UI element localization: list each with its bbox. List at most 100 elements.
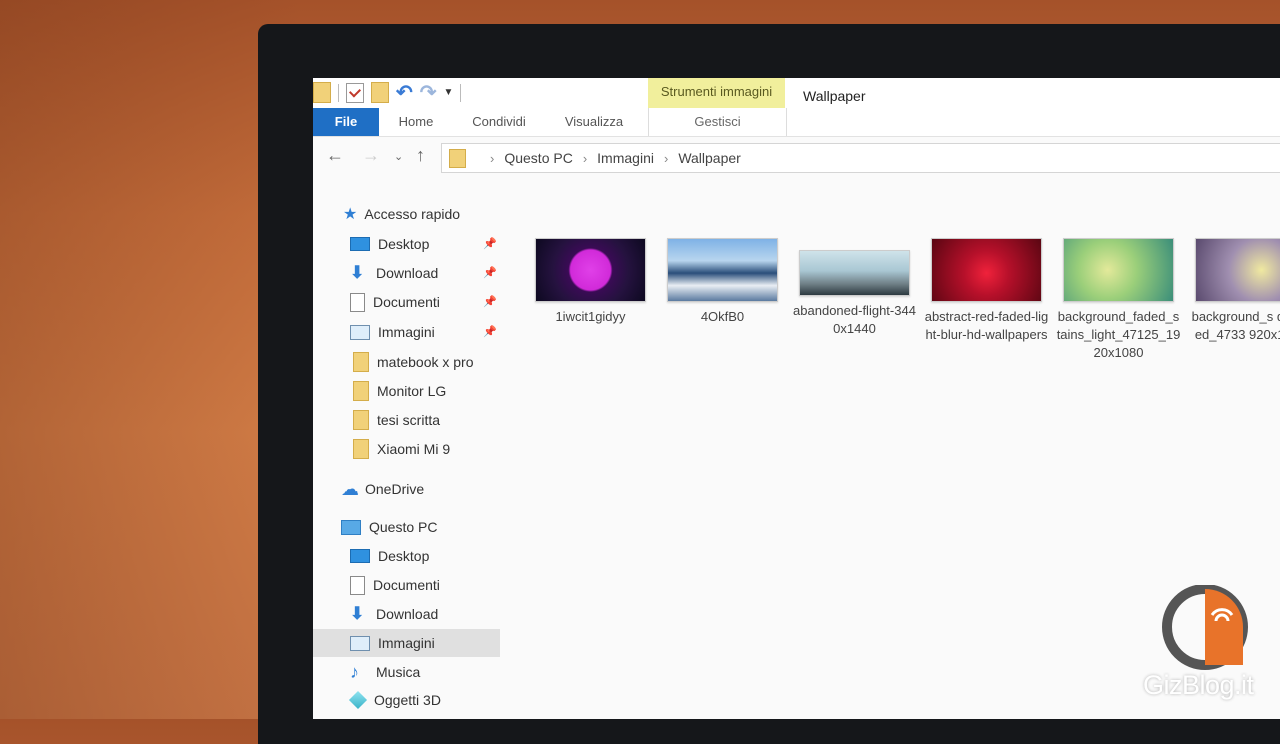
pin-icon[interactable]: 📌	[483, 295, 497, 308]
context-tab-header: Strumenti immagini	[648, 78, 785, 108]
download-icon: ⬇	[350, 604, 365, 623]
gizblog-logo-icon	[1162, 585, 1248, 670]
sidebar-item-quick-access[interactable]: ★ Accesso rapido	[343, 200, 460, 228]
sidebar-item-label: Immagini	[378, 635, 435, 651]
file-item[interactable]: 1iwcit1gidyy	[528, 238, 653, 326]
sidebar-item-label: Oggetti 3D	[374, 692, 441, 708]
file-name: background_faded_stains_light_47125_1920…	[1056, 309, 1181, 360]
file-name: abandoned-flight-3440x1440	[793, 303, 916, 336]
sidebar-item-pc-immagini[interactable]: Immagini	[313, 629, 500, 657]
sidebar-item-label: Accesso rapido	[364, 206, 461, 222]
background-wall	[0, 0, 300, 719]
properties-icon[interactable]	[346, 82, 364, 103]
sidebar-item-immagini[interactable]: Immagini	[350, 318, 500, 346]
breadcrumb-wallpaper[interactable]: Wallpaper	[678, 150, 741, 166]
tab-manage[interactable]: Gestisci	[648, 108, 787, 136]
chevron-right-icon[interactable]: ›	[664, 151, 668, 166]
sidebar-item-download[interactable]: ⬇ Download	[350, 259, 500, 287]
back-icon[interactable]: ←	[326, 145, 344, 166]
pictures-icon	[350, 635, 370, 651]
image-thumbnail	[931, 238, 1042, 302]
sidebar-item-pc-musica[interactable]: ♪ Musica	[350, 658, 420, 686]
folder-icon	[353, 410, 369, 430]
ribbon-tabs: File Home Condividi Visualizza Gestisci	[313, 108, 1280, 137]
sidebar-item-label: Documenti	[373, 294, 440, 310]
objects-3d-icon	[348, 690, 368, 710]
breadcrumb-immagini[interactable]: Immagini	[597, 150, 654, 166]
file-item[interactable]: abandoned-flight-3440x1440	[792, 232, 917, 338]
sidebar-item-tesi-scritta[interactable]: tesi scritta	[353, 406, 440, 434]
folder-icon[interactable]	[313, 82, 331, 103]
file-grid: 1iwcit1gidyy 4OkfB0 abandoned-flight-344…	[528, 238, 1280, 438]
chevron-right-icon[interactable]: ›	[583, 151, 587, 166]
recent-locations-icon[interactable]: ⌄	[394, 150, 403, 163]
toolbar-separator	[460, 83, 462, 102]
folder-icon	[353, 381, 369, 401]
file-item[interactable]: background_s d_faded_4733 920x1080	[1188, 238, 1280, 344]
navigation-pane: ★ Accesso rapido Desktop 📌 ⬇ Download 📌 …	[313, 196, 501, 719]
redo-icon[interactable]: ↷	[420, 83, 437, 103]
pin-icon[interactable]: 📌	[483, 266, 497, 279]
download-icon: ⬇	[350, 263, 365, 282]
sidebar-item-xiaomi[interactable]: Xiaomi Mi 9	[353, 435, 450, 463]
pin-icon[interactable]: 📌	[483, 237, 497, 250]
tab-home[interactable]: Home	[393, 108, 439, 136]
folder-icon	[449, 148, 466, 168]
image-thumbnail	[667, 238, 778, 302]
file-item[interactable]: 4OkfB0	[660, 238, 785, 326]
address-bar[interactable]: › Questo PC › Immagini › Wallpaper	[441, 143, 1280, 173]
sidebar-item-monitor-lg[interactable]: Monitor LG	[353, 377, 446, 405]
chevron-right-icon[interactable]: ›	[490, 151, 494, 166]
file-explorer-window: ↶ ↷ ▼ Strumenti immagini Wallpaper File …	[313, 78, 1280, 719]
cloud-icon: ☁	[341, 478, 359, 499]
image-thumbnail	[799, 250, 910, 296]
file-name: 1iwcit1gidyy	[555, 309, 626, 324]
image-thumbnail	[1195, 238, 1280, 302]
pin-icon[interactable]: 📌	[483, 325, 497, 338]
computer-icon	[341, 519, 361, 535]
sidebar-item-pc-download[interactable]: ⬇ Download	[350, 600, 438, 628]
file-item[interactable]: background_faded_stains_light_47125_1920…	[1056, 238, 1181, 362]
sidebar-item-label: Documenti	[373, 577, 440, 593]
folder-icon	[353, 439, 369, 459]
up-arrow-icon[interactable]: ↑	[416, 145, 425, 166]
tab-share[interactable]: Condividi	[465, 108, 533, 136]
file-name: abstract-red-faded-light-blur-hd-wallpap…	[924, 309, 1049, 342]
breadcrumb-questo-pc[interactable]: Questo PC	[504, 150, 572, 166]
tab-file[interactable]: File	[313, 108, 379, 136]
sidebar-item-matebook[interactable]: matebook x pro	[353, 348, 474, 376]
image-thumbnail	[1063, 238, 1174, 302]
file-name: 4OkfB0	[700, 309, 745, 324]
documents-icon	[350, 575, 365, 595]
sidebar-item-label: Monitor LG	[377, 383, 447, 399]
toolbar-separator	[338, 83, 339, 102]
sidebar-item-questo-pc[interactable]: Questo PC	[341, 513, 437, 541]
sidebar-item-label: Desktop	[378, 548, 430, 564]
sidebar-item-pc-oggetti-3d[interactable]: Oggetti 3D	[348, 686, 441, 714]
sidebar-item-pc-documenti[interactable]: Documenti	[350, 571, 440, 599]
window-title: Wallpaper	[803, 88, 866, 104]
image-thumbnail	[535, 238, 646, 302]
undo-icon[interactable]: ↶	[396, 83, 413, 103]
sidebar-item-label: Desktop	[378, 236, 430, 252]
quick-access-toolbar: ↶ ↷ ▼	[313, 82, 462, 103]
customize-toolbar-icon[interactable]: ▼	[444, 87, 454, 98]
sidebar-item-label: Immagini	[378, 324, 435, 340]
navigation-bar: ← → ⌄ ↑ › Questo PC › Immagini › Wallpap…	[313, 136, 1280, 178]
sidebar-item-label: OneDrive	[365, 481, 425, 497]
sidebar-item-documenti[interactable]: Documenti	[350, 288, 500, 316]
watermark-text: GizBlog.it	[1143, 670, 1254, 700]
new-folder-icon[interactable]	[371, 82, 389, 103]
tab-view[interactable]: Visualizza	[561, 108, 627, 136]
sidebar-item-label: matebook x pro	[377, 354, 474, 370]
file-item[interactable]: abstract-red-faded-light-blur-hd-wallpap…	[924, 238, 1049, 344]
pictures-icon	[350, 324, 370, 340]
forward-icon[interactable]: →	[362, 145, 380, 166]
star-icon: ★	[343, 206, 358, 223]
sidebar-item-desktop[interactable]: Desktop	[350, 230, 500, 258]
sidebar-item-pc-desktop[interactable]: Desktop	[350, 542, 429, 570]
documents-icon	[350, 292, 365, 312]
sidebar-item-onedrive[interactable]: ☁ OneDrive	[341, 475, 424, 503]
desktop-icon	[350, 549, 370, 563]
folder-icon	[353, 352, 369, 372]
